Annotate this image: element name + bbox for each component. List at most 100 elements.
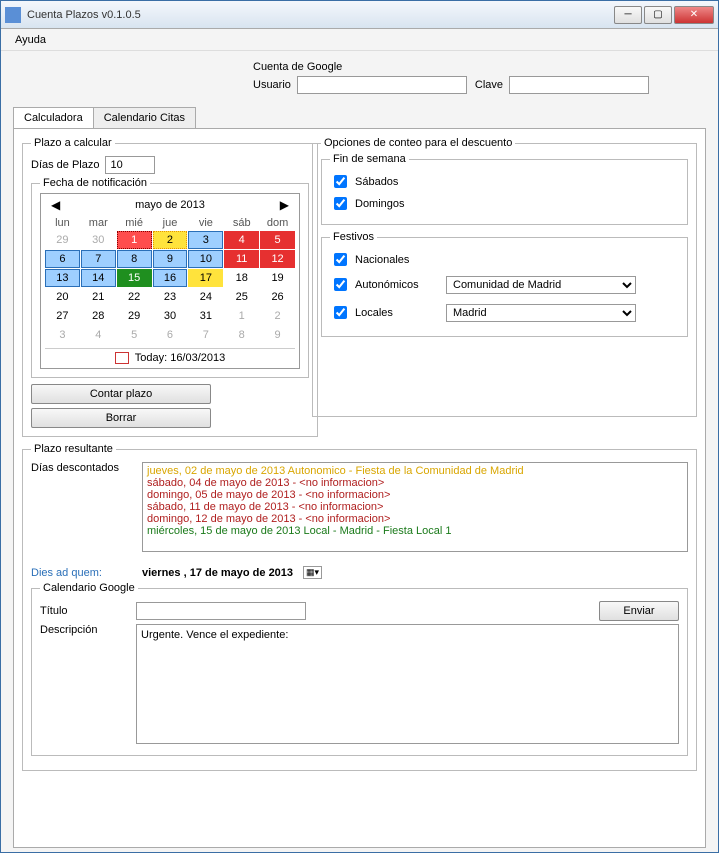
- cal-day[interactable]: 27: [45, 307, 80, 325]
- cal-day[interactable]: 4: [81, 326, 116, 344]
- cal-day[interactable]: 6: [45, 250, 80, 268]
- tab-calculadora[interactable]: Calculadora: [13, 107, 94, 128]
- cal-day[interactable]: 3: [45, 326, 80, 344]
- close-button[interactable]: ✕: [674, 6, 714, 24]
- titulo-input[interactable]: [136, 602, 306, 620]
- window-title: Cuenta Plazos v0.1.0.5: [27, 9, 614, 21]
- clave-input[interactable]: [509, 76, 649, 94]
- google-section-label: Cuenta de Google: [253, 61, 467, 73]
- locales-checkbox[interactable]: Locales: [330, 303, 440, 322]
- usuario-label: Usuario: [253, 79, 291, 91]
- google-account-row: Cuenta de Google Usuario Clave: [253, 61, 706, 97]
- cal-dow: sáb: [224, 216, 259, 230]
- app-icon: [5, 7, 21, 23]
- titlebar: Cuenta Plazos v0.1.0.5 ─ ▢ ✕: [1, 1, 718, 29]
- cal-day[interactable]: 29: [45, 231, 80, 249]
- cal-day[interactable]: 1: [117, 231, 152, 249]
- borrar-button[interactable]: Borrar: [31, 408, 211, 428]
- cal-day[interactable]: 9: [153, 250, 188, 268]
- cal-day[interactable]: 20: [45, 288, 80, 306]
- cal-day[interactable]: 17: [188, 269, 223, 287]
- cal-day[interactable]: 7: [188, 326, 223, 344]
- cal-day[interactable]: 9: [260, 326, 295, 344]
- cal-day[interactable]: 30: [153, 307, 188, 325]
- maximize-button[interactable]: ▢: [644, 6, 672, 24]
- cal-dow: dom: [260, 216, 295, 230]
- clave-label: Clave: [475, 79, 503, 91]
- cal-day[interactable]: 2: [153, 231, 188, 249]
- cal-day[interactable]: 5: [260, 231, 295, 249]
- dias-desc-label: Días descontados: [31, 462, 136, 474]
- tab-panel: Plazo a calcular Días de Plazo Fecha de …: [13, 128, 706, 848]
- cal-day[interactable]: 3: [188, 231, 223, 249]
- cal-prev-button[interactable]: ◀: [45, 198, 66, 212]
- festivos-legend: Festivos: [330, 231, 377, 243]
- cal-day[interactable]: 14: [81, 269, 116, 287]
- cal-day[interactable]: 8: [117, 250, 152, 268]
- contar-plazo-button[interactable]: Contar plazo: [31, 384, 211, 404]
- cal-day[interactable]: 10: [188, 250, 223, 268]
- cal-day[interactable]: 13: [45, 269, 80, 287]
- content: Cuenta de Google Usuario Clave Calculado…: [1, 51, 718, 852]
- fecha-notif-legend: Fecha de notificación: [40, 177, 150, 189]
- cal-google-group: Calendario Google Título Enviar Descripc…: [31, 582, 688, 756]
- domingos-checkbox[interactable]: Domingos: [330, 194, 679, 213]
- cal-day[interactable]: 23: [153, 288, 188, 306]
- cal-day[interactable]: 4: [224, 231, 259, 249]
- cal-day[interactable]: 2: [260, 307, 295, 325]
- cal-day[interactable]: 30: [81, 231, 116, 249]
- list-item: domingo, 05 de mayo de 2013 - <no inform…: [147, 489, 683, 501]
- cal-dow: mar: [81, 216, 116, 230]
- cal-dow: jue: [153, 216, 188, 230]
- enviar-button[interactable]: Enviar: [599, 601, 679, 621]
- today-label[interactable]: Today: 16/03/2013: [135, 352, 226, 364]
- opciones-group: Opciones de conteo para el descuento Fin…: [312, 137, 697, 417]
- date-picker-icon[interactable]: ▦▾: [303, 566, 322, 579]
- cal-day[interactable]: 26: [260, 288, 295, 306]
- festivos-group: Festivos Nacionales Autonómicos Comunida…: [321, 231, 688, 337]
- localidad-select[interactable]: Madrid: [446, 304, 636, 322]
- autonomicos-checkbox[interactable]: Autonómicos: [330, 275, 440, 294]
- tabs: Calculadora Calendario Citas: [13, 107, 706, 128]
- cal-day[interactable]: 31: [188, 307, 223, 325]
- cal-day[interactable]: 25: [224, 288, 259, 306]
- menu-ayuda[interactable]: Ayuda: [9, 32, 52, 48]
- cal-title: mayo de 2013: [66, 199, 274, 211]
- list-item: domingo, 12 de mayo de 2013 - <no inform…: [147, 513, 683, 525]
- calendar: ◀ mayo de 2013 ▶ lunmarmiéjueviesábdom29…: [40, 193, 300, 369]
- cal-google-legend: Calendario Google: [40, 582, 138, 594]
- list-item: sábado, 11 de mayo de 2013 - <no informa…: [147, 501, 683, 513]
- cal-day[interactable]: 19: [260, 269, 295, 287]
- minimize-button[interactable]: ─: [614, 6, 642, 24]
- cal-day[interactable]: 22: [117, 288, 152, 306]
- cal-day[interactable]: 5: [117, 326, 152, 344]
- cal-next-button[interactable]: ▶: [274, 198, 295, 212]
- cal-day[interactable]: 18: [224, 269, 259, 287]
- cal-day[interactable]: 8: [224, 326, 259, 344]
- cal-day[interactable]: 16: [153, 269, 188, 287]
- today-indicator-icon: [115, 352, 129, 364]
- sabados-checkbox[interactable]: Sábados: [330, 172, 679, 191]
- cal-day[interactable]: 11: [224, 250, 259, 268]
- cal-day[interactable]: 7: [81, 250, 116, 268]
- comunidad-select[interactable]: Comunidad de Madrid: [446, 276, 636, 294]
- list-item: jueves, 02 de mayo de 2013 Autonomico - …: [147, 465, 683, 477]
- dies-ad-quem-label: Dies ad quem:: [31, 567, 136, 579]
- finde-group: Fin de semana Sábados Domingos: [321, 153, 688, 225]
- cal-day[interactable]: 15: [117, 269, 152, 287]
- cal-day[interactable]: 21: [81, 288, 116, 306]
- list-item: miércoles, 15 de mayo de 2013 Local - Ma…: [147, 525, 683, 537]
- cal-dow: lun: [45, 216, 80, 230]
- cal-day[interactable]: 12: [260, 250, 295, 268]
- cal-day[interactable]: 6: [153, 326, 188, 344]
- cal-day[interactable]: 1: [224, 307, 259, 325]
- desc-textarea[interactable]: [136, 624, 679, 744]
- cal-day[interactable]: 28: [81, 307, 116, 325]
- dias-plazo-input[interactable]: [105, 156, 155, 174]
- tab-citas[interactable]: Calendario Citas: [93, 107, 196, 128]
- cal-day[interactable]: 24: [188, 288, 223, 306]
- dias-descontados-list[interactable]: jueves, 02 de mayo de 2013 Autonomico - …: [142, 462, 688, 552]
- nacionales-checkbox[interactable]: Nacionales: [330, 250, 679, 269]
- cal-day[interactable]: 29: [117, 307, 152, 325]
- usuario-input[interactable]: [297, 76, 467, 94]
